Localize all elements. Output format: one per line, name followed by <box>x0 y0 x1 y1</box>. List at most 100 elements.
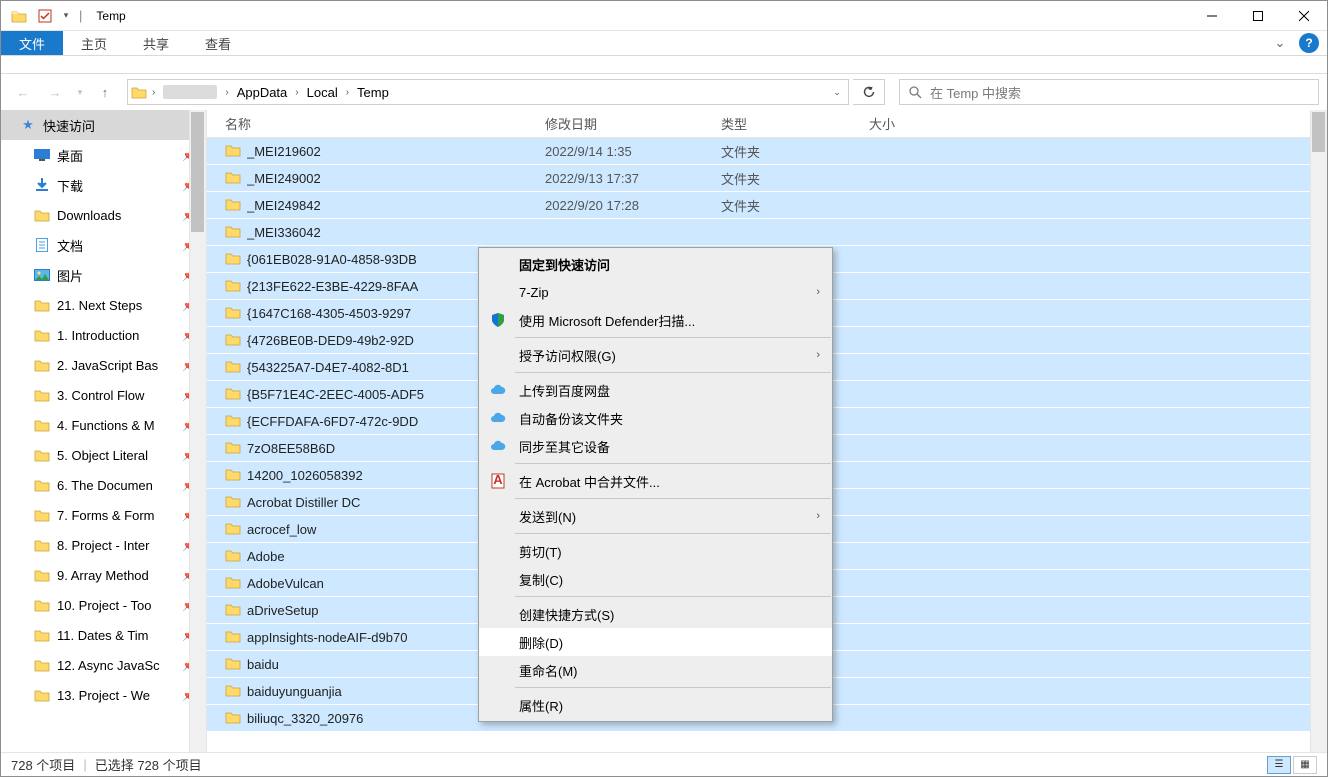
ribbon-expand-icon[interactable]: ⌄ <box>1265 31 1295 55</box>
svg-text:A: A <box>493 473 503 487</box>
breadcrumb-user[interactable] <box>157 80 223 104</box>
sidebar-item[interactable]: 3. Control Flow📌 <box>1 380 206 410</box>
table-row[interactable]: _MEI2498422022/9/20 17:28文件夹 <box>207 192 1327 219</box>
address-dropdown-icon[interactable]: ⌄ <box>826 87 848 98</box>
ctx-pin-quickaccess[interactable]: 固定到快速访问 <box>479 250 832 278</box>
sidebar-item[interactable]: 桌面📌 <box>1 140 206 170</box>
sidebar-item[interactable]: 1. Introduction📌 <box>1 320 206 350</box>
sidebar-item[interactable]: 12. Async JavaSc📌 <box>1 650 206 680</box>
sidebar-item-label: 文档 <box>57 236 83 255</box>
help-icon[interactable]: ? <box>1299 33 1319 53</box>
sidebar-item[interactable]: 6. The Documen📌 <box>1 470 206 500</box>
sidebar: ★ 快速访问 桌面📌下载📌Downloads📌文档📌图片📌21. Next St… <box>1 110 207 752</box>
view-details-button[interactable]: ☰ <box>1267 756 1291 774</box>
sidebar-quick-access[interactable]: ★ 快速访问 <box>1 110 206 140</box>
tab-view[interactable]: 查看 <box>187 31 249 55</box>
folder-icon <box>225 575 247 592</box>
picture-icon <box>33 269 51 281</box>
sidebar-scrollbar[interactable] <box>189 110 206 752</box>
star-icon: ★ <box>19 117 37 133</box>
download-icon <box>33 178 51 192</box>
ctx-delete[interactable]: 删除(D) <box>479 628 832 656</box>
table-row[interactable]: _MEI336042 <box>207 219 1327 246</box>
main-scrollbar[interactable] <box>1310 110 1327 752</box>
ctx-7zip[interactable]: 7-Zip› <box>479 278 832 306</box>
refresh-button[interactable] <box>853 79 885 105</box>
sidebar-item[interactable]: 4. Functions & M📌 <box>1 410 206 440</box>
qat-properties-icon[interactable] <box>33 5 57 27</box>
folder-icon <box>225 332 247 349</box>
forward-button[interactable]: → <box>41 78 69 106</box>
sidebar-item[interactable]: 2. JavaScript Bas📌 <box>1 350 206 380</box>
chevron-right-icon[interactable]: › <box>293 87 300 98</box>
sidebar-item[interactable]: 8. Project - Inter📌 <box>1 530 206 560</box>
recent-dropdown[interactable]: ▾ <box>73 78 87 106</box>
sidebar-item[interactable]: 5. Object Literal📌 <box>1 440 206 470</box>
ctx-copy[interactable]: 复制(C) <box>479 565 832 593</box>
folder-icon <box>225 386 247 403</box>
folder-icon <box>33 298 51 312</box>
ctx-shortcut[interactable]: 创建快捷方式(S) <box>479 600 832 628</box>
search-input[interactable]: 在 Temp 中搜索 <box>899 79 1319 105</box>
ctx-grant-access[interactable]: 授予访问权限(G)› <box>479 341 832 369</box>
ctx-defender[interactable]: 使用 Microsoft Defender扫描... <box>479 306 832 334</box>
close-button[interactable] <box>1281 1 1327 31</box>
folder-icon <box>225 251 247 268</box>
col-type[interactable]: 类型 <box>721 114 869 133</box>
ctx-baidu-upload[interactable]: 上传到百度网盘 <box>479 376 832 404</box>
folder-icon <box>33 628 51 642</box>
col-date[interactable]: 修改日期 <box>545 114 721 133</box>
sidebar-item[interactable]: 图片📌 <box>1 260 206 290</box>
ctx-properties[interactable]: 属性(R) <box>479 691 832 719</box>
address-bar[interactable]: › › AppData › Local › Temp ⌄ <box>127 79 849 105</box>
shield-icon <box>489 311 507 329</box>
sidebar-item[interactable]: 下载📌 <box>1 170 206 200</box>
up-button[interactable]: ↑ <box>91 78 119 106</box>
sidebar-item-label: 12. Async JavaSc <box>57 658 160 673</box>
ctx-baidu-backup[interactable]: 自动备份该文件夹 <box>479 404 832 432</box>
table-row[interactable]: _MEI2490022022/9/13 17:37文件夹 <box>207 165 1327 192</box>
ctx-cut[interactable]: 剪切(T) <box>479 537 832 565</box>
sidebar-item[interactable]: 9. Array Method📌 <box>1 560 206 590</box>
sidebar-item[interactable]: Downloads📌 <box>1 200 206 230</box>
ctx-rename[interactable]: 重命名(M) <box>479 656 832 684</box>
col-name[interactable]: 名称 <box>225 114 545 133</box>
tab-home[interactable]: 主页 <box>63 31 125 55</box>
sidebar-item[interactable]: 13. Project - We📌 <box>1 680 206 710</box>
breadcrumb-local[interactable]: Local <box>301 80 344 104</box>
file-name: _MEI249002 <box>247 171 545 186</box>
tab-file[interactable]: 文件 <box>1 31 63 55</box>
folder-icon <box>33 418 51 432</box>
file-type: 文件夹 <box>721 196 869 215</box>
back-button[interactable]: ← <box>9 78 37 106</box>
sidebar-item[interactable]: 11. Dates & Tim📌 <box>1 620 206 650</box>
file-date: 2022/9/14 1:35 <box>545 144 721 159</box>
chevron-right-icon[interactable]: › <box>150 87 157 98</box>
sidebar-item-label: 1. Introduction <box>57 328 139 343</box>
tab-share[interactable]: 共享 <box>125 31 187 55</box>
col-size[interactable]: 大小 <box>869 114 949 133</box>
sidebar-item[interactable]: 文档📌 <box>1 230 206 260</box>
chevron-right-icon[interactable]: › <box>344 87 351 98</box>
ctx-acrobat-merge[interactable]: A在 Acrobat 中合并文件... <box>479 467 832 495</box>
table-row[interactable]: _MEI2196022022/9/14 1:35文件夹 <box>207 138 1327 165</box>
sidebar-item-label: 3. Control Flow <box>57 388 144 403</box>
sidebar-item[interactable]: 21. Next Steps📌 <box>1 290 206 320</box>
chevron-right-icon: › <box>816 349 820 361</box>
ctx-sendto[interactable]: 发送到(N)› <box>479 502 832 530</box>
ctx-baidu-sync[interactable]: 同步至其它设备 <box>479 432 832 460</box>
folder-icon <box>225 521 247 538</box>
sidebar-item[interactable]: 7. Forms & Form📌 <box>1 500 206 530</box>
minimize-button[interactable] <box>1189 1 1235 31</box>
qat-dropdown-icon[interactable]: ▾ <box>59 5 73 27</box>
folder-icon <box>33 688 51 702</box>
column-headers[interactable]: 名称 修改日期 类型 大小 <box>207 110 1327 138</box>
breadcrumb-temp[interactable]: Temp <box>351 80 395 104</box>
breadcrumb-appdata[interactable]: AppData <box>231 80 294 104</box>
maximize-button[interactable] <box>1235 1 1281 31</box>
sidebar-item[interactable]: 10. Project - Too📌 <box>1 590 206 620</box>
view-icons-button[interactable]: ▦ <box>1293 756 1317 774</box>
chevron-right-icon[interactable]: › <box>223 87 230 98</box>
sidebar-item-label: 7. Forms & Form <box>57 508 155 523</box>
window-title: Temp <box>86 9 125 23</box>
